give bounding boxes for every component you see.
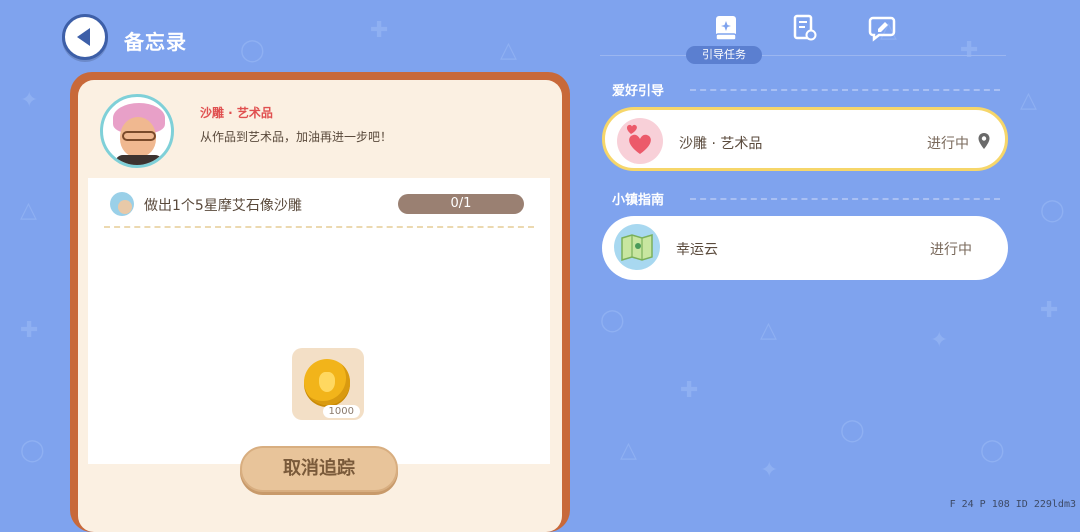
chat-pencil-icon — [868, 16, 896, 42]
back-button[interactable] — [62, 14, 108, 60]
sand-sculpture-icon — [110, 192, 134, 216]
section-title-hobby: 爱好引导 — [612, 84, 665, 99]
section-title-guide: 小镇指南 — [612, 193, 665, 208]
debug-stats: F 24 P 108 ID 229ldm3 — [949, 499, 1076, 510]
tab-documents[interactable] — [786, 12, 822, 44]
map-icon — [614, 224, 660, 270]
task-name: 沙雕 · 艺术品 — [200, 106, 273, 120]
npc-avatar — [100, 94, 174, 168]
list-item-lucky-cloud[interactable]: 幸运云 进行中 — [602, 216, 1008, 280]
task-detail-panel: 沙雕 · 艺术品 从作品到艺术品，加油再进一步吧！ 做出1个5星摩艾石像沙雕 0… — [78, 80, 562, 532]
task-description: 从作品到艺术品，加油再进一步吧！ — [200, 130, 393, 144]
tab-messages[interactable] — [864, 12, 900, 44]
list-item-sand-art[interactable]: 沙雕 · 艺术品 进行中 — [602, 107, 1008, 171]
page-title: 备忘录 — [124, 30, 187, 54]
task-objective-area: 做出1个5星摩艾石像沙雕 0/1 1000 — [88, 178, 550, 464]
book-icon — [715, 16, 737, 41]
tab-guide-tasks[interactable] — [708, 12, 744, 44]
acorn-coin-icon — [304, 359, 350, 405]
hearts-icon — [617, 118, 663, 164]
reward-item[interactable]: 1000 — [292, 348, 364, 420]
back-arrow-icon — [77, 28, 90, 46]
tab-divider — [600, 55, 1006, 56]
document-icon — [793, 14, 817, 41]
divider — [104, 226, 534, 228]
section-divider — [690, 198, 1000, 200]
item-status: 进行中 — [927, 136, 969, 152]
task-progress-bar: 0/1 — [398, 194, 524, 214]
location-pin-icon — [978, 133, 990, 149]
cancel-tracking-button[interactable]: 取消追踪 — [240, 446, 398, 492]
reward-count: 1000 — [322, 405, 360, 418]
item-name: 沙雕 · 艺术品 — [679, 136, 763, 152]
task-objective: 做出1个5星摩艾石像沙雕 — [144, 198, 302, 214]
item-status: 进行中 — [930, 242, 972, 258]
item-name: 幸运云 — [676, 242, 718, 258]
tab-active-label: 引导任务 — [686, 46, 762, 64]
task-detail-card: 沙雕 · 艺术品 从作品到艺术品，加油再进一步吧！ 做出1个5星摩艾石像沙雕 0… — [70, 72, 570, 532]
section-divider — [690, 89, 1000, 91]
